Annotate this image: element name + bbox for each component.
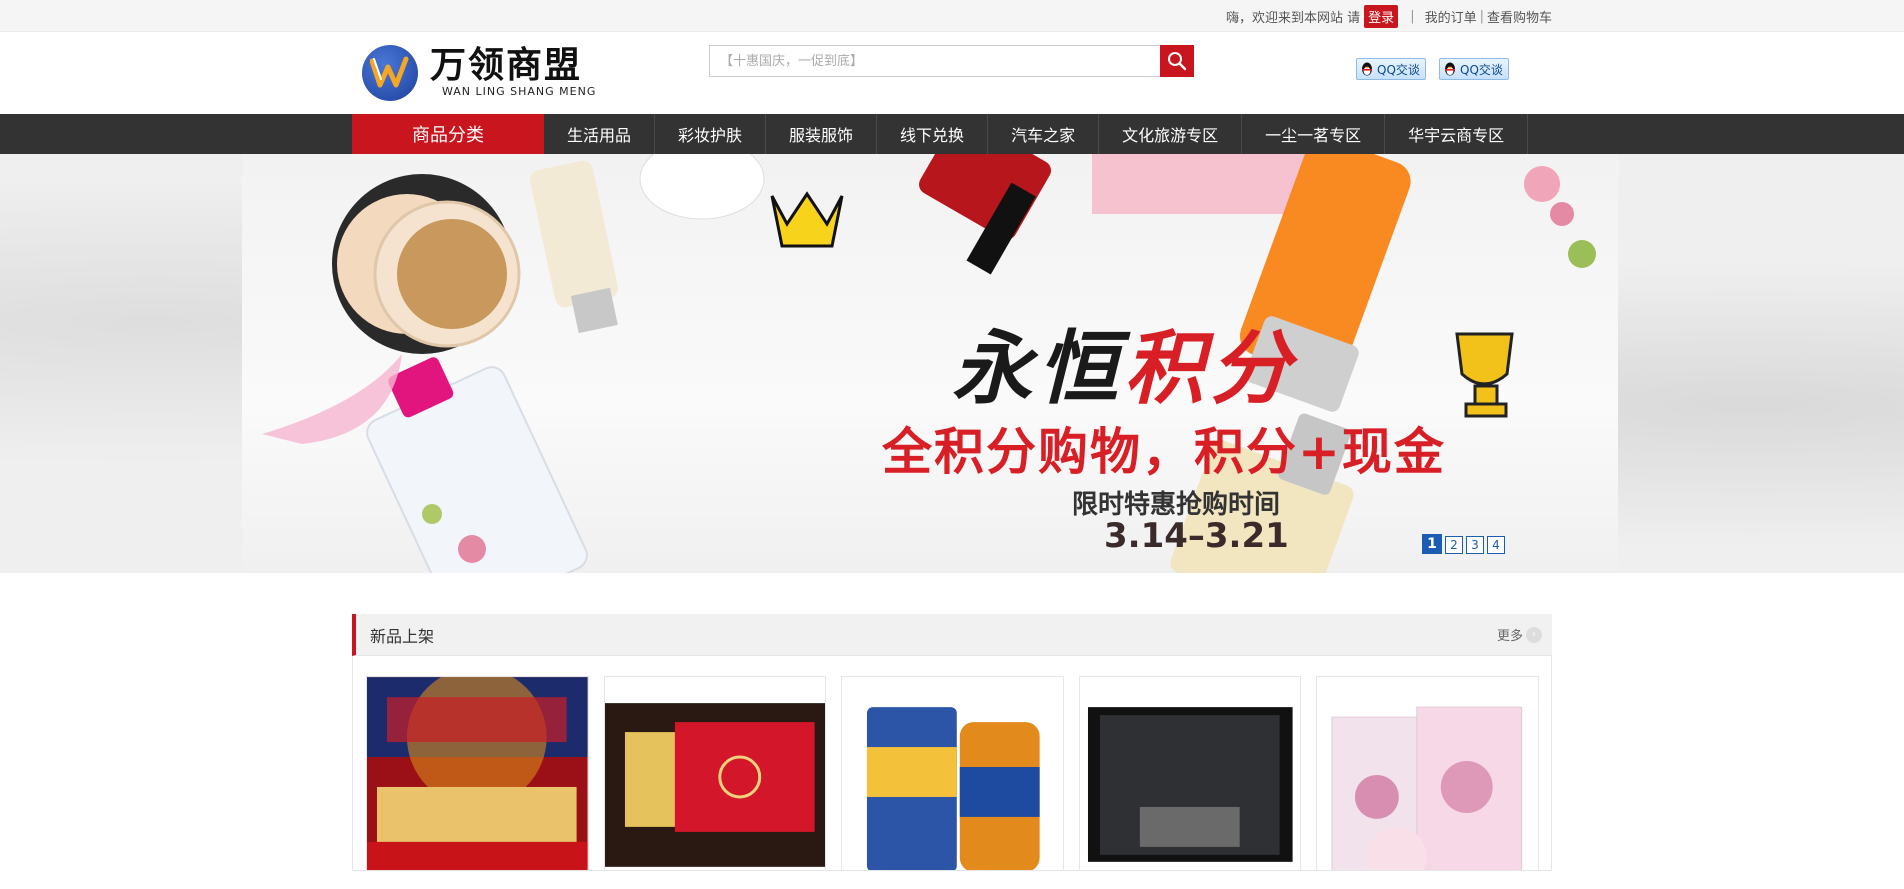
logo-chinese-text: 万领商盟 [430, 44, 583, 86]
qq-penguin-icon [1445, 62, 1455, 76]
section-header: 新品上架 更多 › [352, 614, 1552, 656]
chevron-right-icon: › [1526, 626, 1542, 643]
nav-item-auto[interactable]: 汽车之家 [988, 114, 1100, 154]
product-card[interactable] [366, 676, 589, 870]
search-input[interactable] [709, 45, 1160, 77]
product-card[interactable] [841, 676, 1064, 870]
more-label: 更多 [1496, 629, 1523, 644]
more-link[interactable]: 更多 › [1497, 625, 1542, 644]
login-link[interactable]: 登录 [1364, 4, 1399, 28]
banner-page-4[interactable]: 4 [1487, 536, 1505, 554]
search-icon [1168, 52, 1187, 71]
product-card[interactable] [1078, 676, 1302, 870]
product-card[interactable] [1316, 676, 1539, 870]
product-image [1079, 677, 1301, 870]
nav-item-daily-goods[interactable]: 生活用品 [544, 114, 656, 154]
nav-item-offline-exchange[interactable]: 线下兑换 [877, 114, 989, 154]
search-button[interactable] [1160, 45, 1194, 77]
banner-artwork: 永恒积分 全积分购物，积分+现金 限时特惠抢购时间 3.14–3.21 [242, 154, 1618, 573]
banner-pager: 1 2 3 4 [1422, 534, 1505, 554]
banner-page-1[interactable]: 1 [1422, 534, 1442, 554]
banner-title-black: 永恒 [952, 321, 1124, 415]
site-logo[interactable]: 万领商盟 WAN LING SHANG MENG [362, 45, 596, 101]
product-image [604, 677, 826, 870]
nav-item-apparel[interactable]: 服装服饰 [766, 114, 878, 154]
main-nav: 商品分类 生活用品 彩妆护肤 服装服饰 线下兑换 汽车之家 文化旅游专区 一尘一… [0, 114, 1904, 154]
qq-penguin-icon [1362, 62, 1372, 76]
product-image [842, 677, 1063, 870]
nav-item-cosmetics[interactable]: 彩妆护肤 [655, 114, 767, 154]
banner-date: 3.14–3.21 [1104, 516, 1289, 556]
banner-page-3[interactable]: 3 [1466, 536, 1484, 554]
qq-chat-button[interactable]: QQ交谈 [1439, 58, 1509, 80]
product-list [352, 656, 1552, 871]
nav-category-button[interactable]: 商品分类 [352, 114, 544, 154]
logo-english-text: WAN LING SHANG MENG [442, 85, 597, 98]
banner-title: 永恒积分 [952, 304, 1296, 420]
header: 万领商盟 WAN LING SHANG MENG QQ交谈 [0, 32, 1904, 114]
divider: | [1410, 8, 1415, 24]
nav-item-culture-travel[interactable]: 文化旅游专区 [1099, 114, 1243, 154]
nav-item-huayu[interactable]: 华宇云商专区 [1385, 114, 1529, 154]
view-cart-link[interactable]: 查看购物车 [1487, 7, 1552, 26]
banner-page-2[interactable]: 2 [1445, 536, 1463, 554]
greeting-text: 嗨，欢迎来到本网站 请 [1226, 10, 1361, 26]
promo-banner[interactable]: 永恒积分 全积分购物，积分+现金 限时特惠抢购时间 3.14–3.21 1 2 … [0, 154, 1904, 573]
product-image [367, 677, 588, 870]
banner-product-illustration [262, 154, 1596, 573]
nav-item-yichen-yiming[interactable]: 一尘一茗专区 [1242, 114, 1386, 154]
divider: | [1479, 8, 1484, 24]
search-bar [709, 45, 1194, 77]
product-card[interactable] [603, 676, 827, 870]
qq-chat-label: QQ交谈 [1377, 62, 1420, 77]
new-products-section: 新品上架 更多 › [352, 614, 1552, 871]
my-orders-link[interactable]: 我的订单 [1425, 7, 1477, 26]
top-bar: 嗨，欢迎来到本网站 请 登录 | 我的订单 | 查看购物车 [0, 0, 1904, 32]
qq-chat-button[interactable]: QQ交谈 [1356, 58, 1426, 80]
banner-title-red: 积分 [1124, 321, 1296, 415]
banner-subtitle: 全积分购物，积分+现金 [882, 423, 1446, 481]
qq-chat-label: QQ交谈 [1460, 62, 1503, 77]
section-title: 新品上架 [370, 626, 435, 646]
logo-mark-icon [362, 45, 418, 101]
product-image [1317, 677, 1538, 870]
